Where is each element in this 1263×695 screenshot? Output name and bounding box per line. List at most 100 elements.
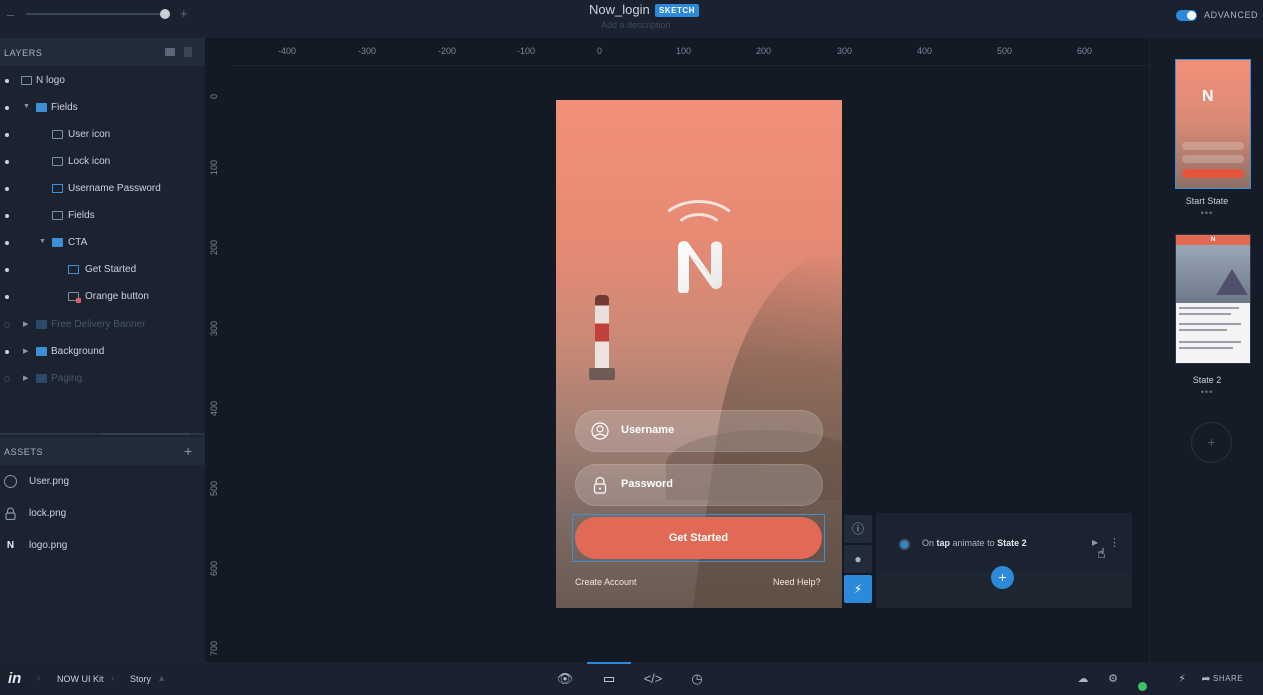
share-button[interactable]: SHARE bbox=[1213, 674, 1243, 683]
visibility-dot[interactable] bbox=[5, 79, 9, 83]
breadcrumb-project[interactable]: NOW UI Kit bbox=[57, 674, 104, 684]
info-icon: ⓘ bbox=[851, 522, 864, 536]
layer-label: Orange button bbox=[85, 291, 149, 302]
visibility-dot[interactable] bbox=[5, 160, 9, 164]
drop-icon: ● bbox=[854, 552, 862, 566]
layer-row[interactable]: Username Password bbox=[0, 176, 205, 203]
asset-row[interactable]: N logo.png bbox=[0, 532, 205, 562]
gear-icon[interactable]: ⚙ bbox=[1106, 672, 1120, 686]
mini-text-line bbox=[1179, 329, 1227, 331]
asset-row[interactable]: lock.png bbox=[0, 500, 205, 530]
caret-right-icon[interactable]: ▶ bbox=[23, 320, 28, 328]
layer-row[interactable]: Get Started bbox=[0, 257, 205, 284]
visibility-dot[interactable] bbox=[5, 295, 9, 299]
bottom-bar: in › NOW UI Kit › Story ▴ 👁 ▭ </> ◷ ☁ ⚙ … bbox=[0, 662, 1263, 695]
folder-icon bbox=[36, 103, 47, 112]
state-options[interactable]: ••• bbox=[1150, 387, 1263, 397]
visibility-dot[interactable] bbox=[5, 241, 9, 245]
interaction-row[interactable]: On tap animate to State 2 ▶ ⋮ ☝ bbox=[876, 513, 1132, 573]
zoom-slider[interactable] bbox=[26, 13, 166, 15]
invision-logo[interactable]: in bbox=[8, 670, 21, 687]
advanced-toggle[interactable] bbox=[1176, 10, 1197, 21]
mini-text-line bbox=[1179, 313, 1231, 315]
layer-row[interactable]: Fields bbox=[0, 203, 205, 230]
lighthouse-base bbox=[589, 368, 615, 380]
state-label[interactable]: State 2 bbox=[1150, 375, 1263, 385]
chevron-down-icon[interactable]: ▴ bbox=[159, 673, 164, 684]
lightning-icon[interactable]: ⚡ bbox=[1175, 672, 1189, 686]
breadcrumb-story[interactable]: Story bbox=[130, 674, 151, 684]
layer-row[interactable]: Lock icon bbox=[0, 149, 205, 176]
new-folder-icon[interactable] bbox=[165, 48, 175, 56]
document-title[interactable]: Now_login bbox=[589, 2, 650, 17]
need-help-link[interactable]: Need Help? bbox=[773, 577, 821, 587]
interaction-tool-button[interactable]: ⚡ bbox=[844, 575, 872, 603]
visibility-dot[interactable] bbox=[5, 268, 9, 272]
phone-artboard[interactable]: Username Password Get Started Create Acc… bbox=[556, 100, 842, 608]
password-field[interactable]: Password bbox=[575, 464, 823, 506]
design-canvas[interactable]: -400 -300 -200 -100 0 100 200 300 400 50… bbox=[205, 38, 1149, 662]
add-state-button[interactable]: + bbox=[1191, 422, 1232, 463]
layer-row[interactable]: ▶ Paging bbox=[0, 366, 205, 393]
visibility-dot[interactable] bbox=[4, 376, 10, 382]
interaction-trigger[interactable]: tap bbox=[937, 538, 951, 548]
zoom-slider-handle[interactable] bbox=[160, 9, 170, 19]
visibility-dot[interactable] bbox=[5, 133, 9, 137]
history-clock-icon[interactable]: ◷ bbox=[686, 670, 708, 688]
caret-right-icon[interactable]: ▶ bbox=[23, 347, 28, 355]
layer-row[interactable]: ▶ Free Delivery Banner bbox=[0, 312, 205, 339]
design-mode-icon[interactable]: ▭ bbox=[598, 670, 620, 688]
mode-indicator bbox=[587, 662, 631, 664]
username-field[interactable]: Username bbox=[575, 410, 823, 452]
ruler-tick: 400 bbox=[209, 400, 219, 416]
n-logo-icon[interactable] bbox=[672, 237, 728, 293]
interaction-target[interactable]: State 2 bbox=[997, 538, 1027, 548]
caret-right-icon[interactable]: ▶ bbox=[23, 374, 28, 382]
create-account-link[interactable]: Create Account bbox=[575, 577, 637, 587]
lock-icon bbox=[593, 476, 607, 494]
layer-row[interactable]: ▶ Background bbox=[0, 339, 205, 366]
state-2-thumbnail[interactable]: N bbox=[1175, 234, 1251, 364]
layer-label: CTA bbox=[68, 237, 88, 248]
share-arrow-icon[interactable]: ➦ bbox=[1199, 672, 1213, 686]
layers-header: LAYERS bbox=[0, 38, 205, 66]
layer-label: Get Started bbox=[85, 264, 137, 275]
add-asset-button[interactable]: + bbox=[184, 443, 192, 459]
layer-row[interactable]: User icon bbox=[0, 122, 205, 149]
get-started-button[interactable]: Get Started bbox=[575, 517, 822, 559]
interaction-radio[interactable] bbox=[899, 539, 910, 550]
panel-splitter[interactable] bbox=[0, 433, 205, 435]
layer-row[interactable]: Orange button bbox=[0, 284, 205, 311]
code-icon[interactable]: </> bbox=[642, 670, 664, 688]
description-field[interactable]: Add a description bbox=[601, 20, 671, 30]
mini-text-line bbox=[1179, 323, 1241, 325]
advanced-label: ADVANCED bbox=[1204, 10, 1259, 20]
zoom-out-button[interactable]: – bbox=[7, 7, 14, 22]
layer-row[interactable]: N logo bbox=[0, 68, 205, 95]
caret-down-icon[interactable]: ▼ bbox=[23, 103, 30, 110]
caret-down-icon[interactable]: ▼ bbox=[39, 238, 46, 245]
visibility-dot[interactable] bbox=[5, 214, 9, 218]
ruler-tick: 100 bbox=[676, 46, 692, 56]
layer-row[interactable]: ▼ CTA bbox=[0, 230, 205, 257]
trash-icon[interactable] bbox=[184, 47, 192, 57]
more-options-icon[interactable]: ⋮ bbox=[1109, 536, 1120, 549]
state-label[interactable]: Start State bbox=[1150, 196, 1263, 206]
visibility-dot[interactable] bbox=[4, 322, 10, 328]
info-tool-button[interactable]: ⓘ bbox=[844, 515, 872, 543]
visibility-dot[interactable] bbox=[5, 187, 9, 191]
zoom-in-button[interactable]: + bbox=[180, 6, 188, 21]
preview-eye-icon[interactable]: 👁 bbox=[554, 670, 576, 688]
interaction-action[interactable]: animate to bbox=[953, 538, 995, 548]
state-options[interactable]: ••• bbox=[1150, 208, 1263, 218]
style-tool-button[interactable]: ● bbox=[844, 545, 872, 573]
asset-label: User.png bbox=[29, 476, 70, 487]
cloud-upload-icon[interactable]: ☁ bbox=[1076, 672, 1090, 686]
visibility-dot[interactable] bbox=[5, 106, 9, 110]
start-state-thumbnail[interactable]: N bbox=[1175, 59, 1251, 189]
asset-row[interactable]: User.png bbox=[0, 468, 205, 498]
folder-icon bbox=[36, 320, 47, 329]
add-interaction-button[interactable]: + bbox=[991, 566, 1014, 589]
layer-row[interactable]: ▼ Fields bbox=[0, 95, 205, 122]
visibility-dot[interactable] bbox=[5, 350, 9, 354]
